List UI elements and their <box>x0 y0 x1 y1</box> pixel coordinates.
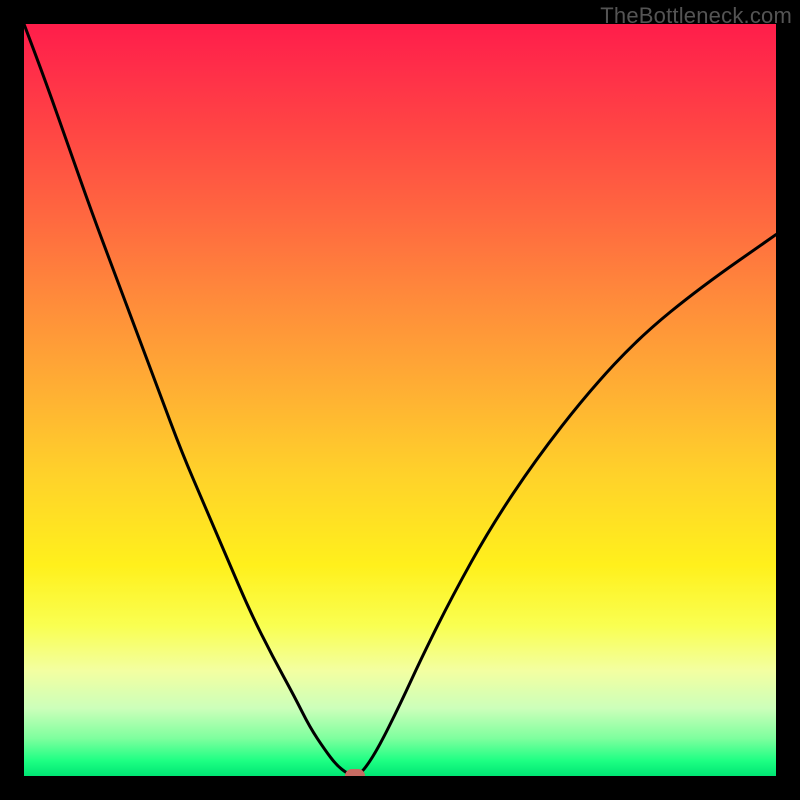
bottleneck-curve <box>24 24 776 776</box>
watermark-text: TheBottleneck.com <box>600 3 792 29</box>
chart-frame: TheBottleneck.com <box>0 0 800 800</box>
optimal-point-marker <box>345 769 365 776</box>
plot-area <box>24 24 776 776</box>
